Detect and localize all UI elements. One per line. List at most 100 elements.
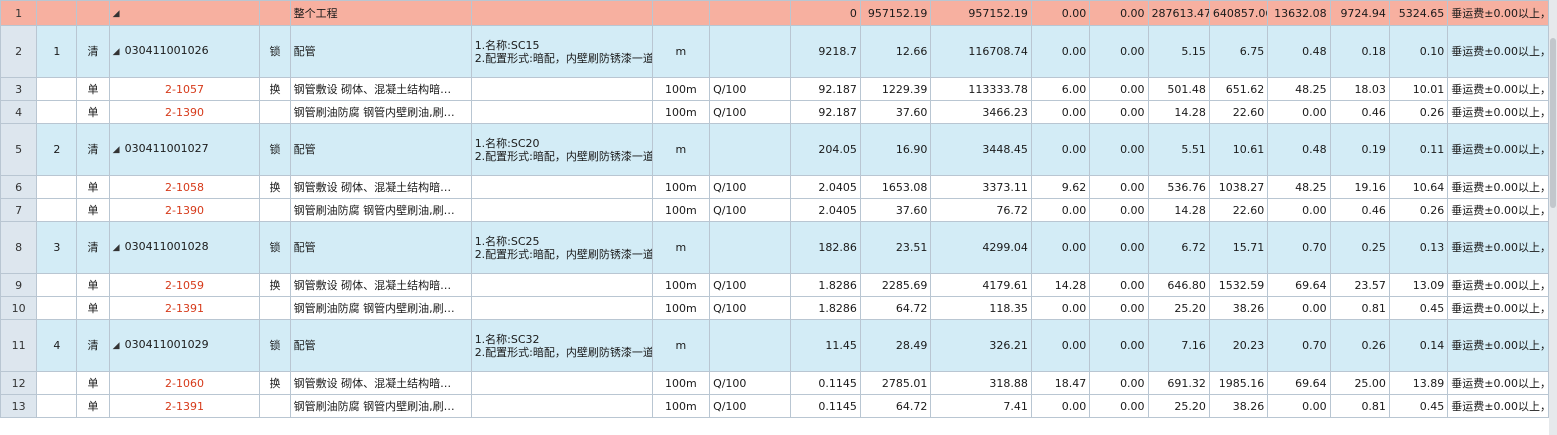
list-row[interactable]: 11 4 清 ◢ 030411001029 锁配管 1.名称:SC32 2.配置形式:暗配，内… bbox=[0, 319, 1549, 372]
profit-cell[interactable]: 0.45 bbox=[1388, 296, 1449, 320]
total-price-cell[interactable]: 118.35 bbox=[930, 296, 1032, 320]
quantity-cell[interactable]: 2.0405 bbox=[789, 175, 861, 199]
material-cost-cell[interactable]: 6.75 bbox=[1208, 25, 1269, 78]
code-cell[interactable]: ◢ 030411001026 bbox=[108, 25, 261, 78]
lock-cell[interactable] bbox=[259, 198, 291, 222]
seq-cell[interactable] bbox=[36, 273, 78, 297]
labor-cost-cell[interactable]: 646.80 bbox=[1147, 273, 1210, 297]
note-cell[interactable]: 垂运费±0.00以上， bbox=[1447, 175, 1549, 199]
qty-expr-cell[interactable]: Q/100 bbox=[709, 296, 791, 320]
type-cell[interactable]: 清 bbox=[76, 123, 110, 176]
labor-cost-cell[interactable]: 14.28 bbox=[1147, 198, 1210, 222]
quantity-cell[interactable]: 92.187 bbox=[789, 77, 861, 101]
labor-cost-cell[interactable]: 691.32 bbox=[1147, 371, 1210, 395]
row-number[interactable]: 6 bbox=[0, 175, 38, 199]
profit-cell[interactable]: 13.89 bbox=[1388, 371, 1449, 395]
seq-cell[interactable] bbox=[36, 0, 78, 26]
code-cell[interactable]: 2-1391 bbox=[108, 296, 261, 320]
row-number[interactable]: 9 bbox=[0, 273, 38, 297]
expand-toggle-icon[interactable]: ◢ bbox=[113, 144, 125, 157]
row-number[interactable]: 13 bbox=[0, 394, 38, 418]
name-cell[interactable]: 钢管刷油防腐 钢管内壁刷油,刷… bbox=[289, 100, 472, 124]
cost-col-2[interactable]: 0.00 bbox=[1089, 319, 1149, 372]
seq-cell[interactable] bbox=[36, 394, 78, 418]
mgmt-fee-cell[interactable]: 0.81 bbox=[1329, 394, 1390, 418]
note-cell[interactable]: 垂运费±0.00以上， bbox=[1447, 25, 1549, 78]
cost-col-1[interactable]: 18.47 bbox=[1030, 371, 1091, 395]
quantity-cell[interactable]: 2.0405 bbox=[789, 198, 861, 222]
machine-cost-cell[interactable]: 0.48 bbox=[1267, 25, 1331, 78]
mgmt-fee-cell[interactable]: 0.81 bbox=[1329, 296, 1390, 320]
quota-row[interactable]: 3 单 2-1057 换钢管敷设 砌体、混凝土结构暗… 100m Q/100 92.187 1… bbox=[0, 77, 1549, 101]
machine-cost-cell[interactable]: 0.00 bbox=[1267, 296, 1331, 320]
vertical-scrollbar[interactable] bbox=[1549, 0, 1557, 435]
cost-col-2[interactable]: 0.00 bbox=[1089, 273, 1149, 297]
material-cost-cell[interactable]: 38.26 bbox=[1208, 296, 1269, 320]
unit-price-cell[interactable]: 2785.01 bbox=[859, 371, 932, 395]
unit-price-cell[interactable]: 23.51 bbox=[859, 221, 932, 274]
feature-cell[interactable] bbox=[470, 198, 653, 222]
cost-col-1[interactable]: 0.00 bbox=[1030, 319, 1091, 372]
mgmt-fee-cell[interactable]: 0.26 bbox=[1329, 319, 1390, 372]
expand-toggle-icon[interactable]: ◢ bbox=[113, 242, 125, 255]
qty-expr-cell[interactable]: Q/100 bbox=[709, 100, 791, 124]
name-cell[interactable]: 钢管刷油防腐 钢管内壁刷油,刷… bbox=[289, 394, 472, 418]
feature-cell[interactable]: 1.名称:SC20 2.配置形式:暗配，内壁刷防锈漆一道 bbox=[470, 123, 653, 176]
machine-cost-cell[interactable]: 0.00 bbox=[1267, 394, 1331, 418]
expand-toggle-icon[interactable]: ◢ bbox=[113, 46, 125, 59]
unit-cell[interactable]: m bbox=[651, 25, 711, 78]
unit-cell[interactable]: 100m bbox=[651, 100, 711, 124]
cost-col-2[interactable]: 0.00 bbox=[1089, 296, 1149, 320]
seq-cell[interactable] bbox=[36, 100, 78, 124]
row-number[interactable]: 1 bbox=[0, 0, 38, 26]
unit-price-cell[interactable]: 16.90 bbox=[859, 123, 932, 176]
profit-cell[interactable]: 0.14 bbox=[1388, 319, 1449, 372]
labor-cost-cell[interactable]: 536.76 bbox=[1147, 175, 1210, 199]
mgmt-fee-cell[interactable]: 18.03 bbox=[1329, 77, 1390, 101]
name-cell[interactable]: 整个工程 bbox=[289, 0, 472, 26]
note-cell[interactable]: 垂运费±0.00以上， bbox=[1447, 100, 1549, 124]
quantity-cell[interactable]: 0.1145 bbox=[789, 371, 861, 395]
cost-col-1[interactable]: 0.00 bbox=[1030, 25, 1091, 78]
note-cell[interactable]: 垂运费±0.00以上， bbox=[1447, 394, 1549, 418]
code-cell[interactable]: 2-1391 bbox=[108, 394, 261, 418]
note-cell[interactable]: 垂运费±0.00以上， bbox=[1447, 221, 1549, 274]
name-cell[interactable]: 配管 bbox=[289, 25, 472, 78]
code-cell[interactable]: 2-1060 bbox=[108, 371, 261, 395]
qty-expr-cell[interactable]: Q/100 bbox=[709, 273, 791, 297]
cost-col-1[interactable]: 9.62 bbox=[1030, 175, 1091, 199]
labor-cost-cell[interactable]: 5.51 bbox=[1147, 123, 1210, 176]
cost-col-1[interactable]: 0.00 bbox=[1030, 123, 1091, 176]
cost-col-1[interactable]: 0.00 bbox=[1030, 100, 1091, 124]
seq-cell[interactable]: 4 bbox=[36, 319, 78, 372]
unit-cell[interactable]: 100m bbox=[651, 77, 711, 101]
lock-cell[interactable]: 换 bbox=[259, 77, 291, 101]
unit-cell[interactable]: m bbox=[651, 319, 711, 372]
material-cost-cell[interactable]: 1985.16 bbox=[1208, 371, 1269, 395]
material-cost-cell[interactable]: 10.61 bbox=[1208, 123, 1269, 176]
lock-cell[interactable] bbox=[259, 100, 291, 124]
material-cost-cell[interactable]: 15.71 bbox=[1208, 221, 1269, 274]
total-price-cell[interactable]: 116708.74 bbox=[930, 25, 1032, 78]
total-price-cell[interactable]: 113333.78 bbox=[930, 77, 1032, 101]
cost-col-2[interactable]: 0.00 bbox=[1089, 123, 1149, 176]
row-number[interactable]: 5 bbox=[0, 123, 38, 176]
feature-cell[interactable] bbox=[470, 296, 653, 320]
row-number[interactable]: 4 bbox=[0, 100, 38, 124]
lock-cell[interactable]: 换 bbox=[259, 175, 291, 199]
mgmt-fee-cell[interactable]: 0.19 bbox=[1329, 123, 1390, 176]
seq-cell[interactable] bbox=[36, 371, 78, 395]
mgmt-fee-cell[interactable]: 0.18 bbox=[1329, 25, 1390, 78]
type-cell[interactable]: 单 bbox=[76, 175, 110, 199]
code-cell[interactable]: ◢ 030411001027 bbox=[108, 123, 261, 176]
code-cell[interactable]: 2-1390 bbox=[108, 100, 261, 124]
note-cell[interactable]: 垂运费±0.00以上， bbox=[1447, 371, 1549, 395]
lock-cell[interactable]: 换 bbox=[259, 371, 291, 395]
machine-cost-cell[interactable]: 0.00 bbox=[1267, 198, 1331, 222]
type-cell[interactable]: 单 bbox=[76, 100, 110, 124]
feature-cell[interactable] bbox=[470, 394, 653, 418]
name-cell[interactable]: 配管 bbox=[289, 123, 472, 176]
unit-cell[interactable]: 100m bbox=[651, 394, 711, 418]
feature-cell[interactable] bbox=[470, 100, 653, 124]
unit-price-cell[interactable]: 37.60 bbox=[859, 100, 932, 124]
